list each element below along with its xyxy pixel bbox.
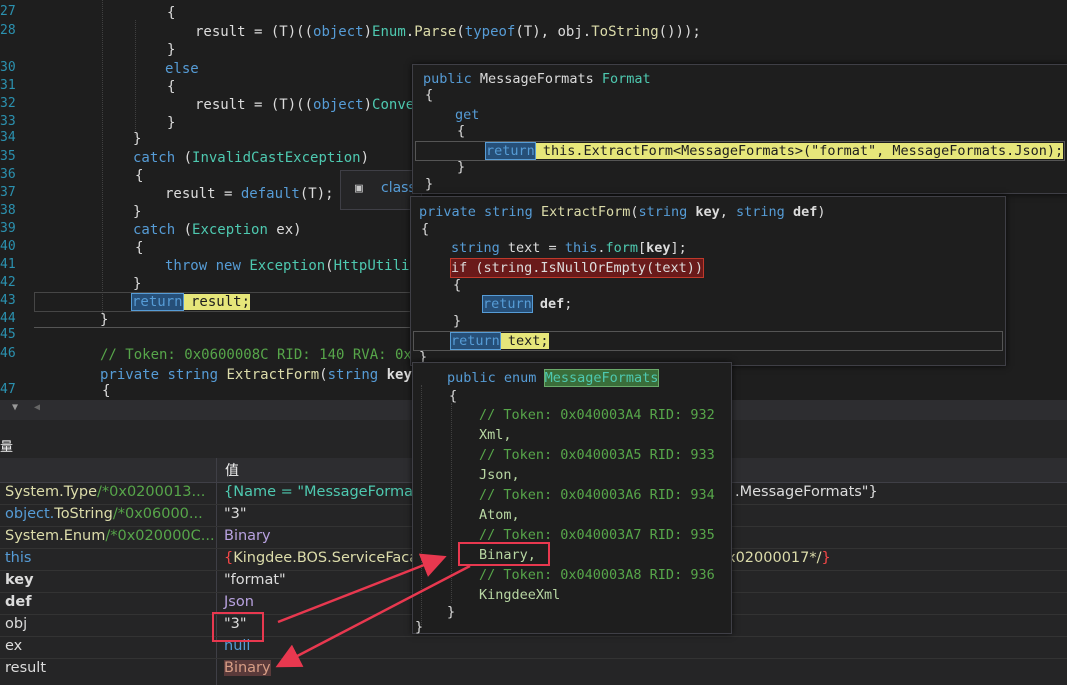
arrow-obj-to-binary bbox=[277, 553, 447, 624]
arrow-binary-to-result bbox=[275, 564, 471, 668]
annotation-arrows bbox=[275, 553, 471, 668]
